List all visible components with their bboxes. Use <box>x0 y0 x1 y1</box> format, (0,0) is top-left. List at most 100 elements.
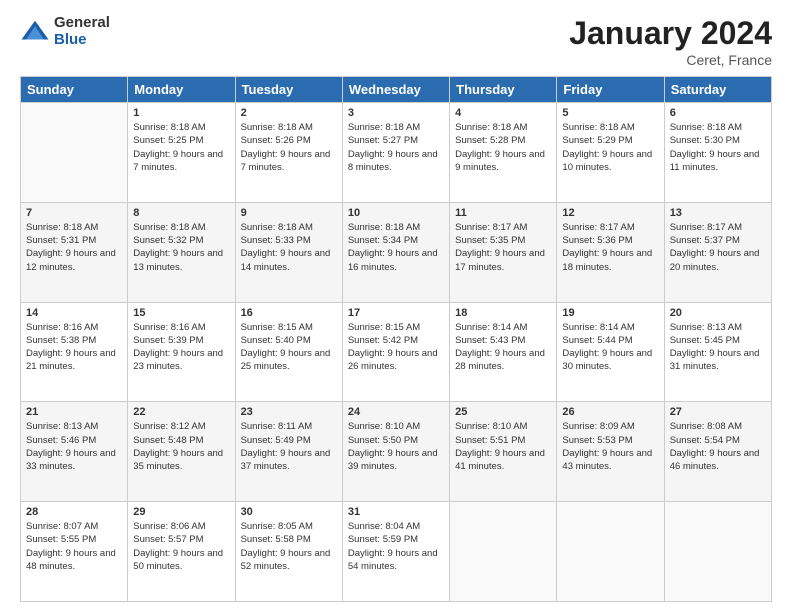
day-number: 10 <box>348 207 444 219</box>
day-number: 4 <box>455 107 551 119</box>
day-info: Sunrise: 8:16 AM Sunset: 5:39 PM Dayligh… <box>133 321 229 374</box>
daylight-text: Daylight: 9 hours and 37 minutes. <box>241 448 331 472</box>
daylight-text: Daylight: 9 hours and 10 minutes. <box>562 149 652 173</box>
calendar-cell <box>21 103 128 203</box>
calendar-cell: 28 Sunrise: 8:07 AM Sunset: 5:55 PM Dayl… <box>21 502 128 602</box>
day-info: Sunrise: 8:18 AM Sunset: 5:29 PM Dayligh… <box>562 121 658 174</box>
sunset-text: Sunset: 5:49 PM <box>241 435 311 446</box>
day-info: Sunrise: 8:16 AM Sunset: 5:38 PM Dayligh… <box>26 321 122 374</box>
day-number: 1 <box>133 107 229 119</box>
calendar-cell <box>450 502 557 602</box>
sunrise-text: Sunrise: 8:18 AM <box>348 122 420 133</box>
daylight-text: Daylight: 9 hours and 54 minutes. <box>348 548 438 572</box>
calendar-week-1: 1 Sunrise: 8:18 AM Sunset: 5:25 PM Dayli… <box>21 103 772 203</box>
day-info: Sunrise: 8:15 AM Sunset: 5:40 PM Dayligh… <box>241 321 337 374</box>
day-info: Sunrise: 8:14 AM Sunset: 5:44 PM Dayligh… <box>562 321 658 374</box>
calendar-cell: 11 Sunrise: 8:17 AM Sunset: 5:35 PM Dayl… <box>450 202 557 302</box>
calendar-cell: 14 Sunrise: 8:16 AM Sunset: 5:38 PM Dayl… <box>21 302 128 402</box>
daylight-text: Daylight: 9 hours and 28 minutes. <box>455 348 545 372</box>
sunset-text: Sunset: 5:53 PM <box>562 435 632 446</box>
day-number: 13 <box>670 207 766 219</box>
day-number: 15 <box>133 307 229 319</box>
calendar-week-4: 21 Sunrise: 8:13 AM Sunset: 5:46 PM Dayl… <box>21 402 772 502</box>
day-number: 26 <box>562 406 658 418</box>
col-wednesday: Wednesday <box>342 77 449 103</box>
calendar-cell: 18 Sunrise: 8:14 AM Sunset: 5:43 PM Dayl… <box>450 302 557 402</box>
calendar-table: Sunday Monday Tuesday Wednesday Thursday… <box>20 76 772 602</box>
col-friday: Friday <box>557 77 664 103</box>
day-number: 23 <box>241 406 337 418</box>
calendar-cell: 19 Sunrise: 8:14 AM Sunset: 5:44 PM Dayl… <box>557 302 664 402</box>
sunset-text: Sunset: 5:28 PM <box>455 135 525 146</box>
sunset-text: Sunset: 5:37 PM <box>670 235 740 246</box>
daylight-text: Daylight: 9 hours and 18 minutes. <box>562 248 652 272</box>
calendar-cell: 2 Sunrise: 8:18 AM Sunset: 5:26 PM Dayli… <box>235 103 342 203</box>
daylight-text: Daylight: 9 hours and 43 minutes. <box>562 448 652 472</box>
sunrise-text: Sunrise: 8:17 AM <box>670 222 742 233</box>
daylight-text: Daylight: 9 hours and 21 minutes. <box>26 348 116 372</box>
calendar-cell: 22 Sunrise: 8:12 AM Sunset: 5:48 PM Dayl… <box>128 402 235 502</box>
calendar-cell: 5 Sunrise: 8:18 AM Sunset: 5:29 PM Dayli… <box>557 103 664 203</box>
sunrise-text: Sunrise: 8:18 AM <box>670 122 742 133</box>
sunrise-text: Sunrise: 8:15 AM <box>348 322 420 333</box>
sunrise-text: Sunrise: 8:18 AM <box>26 222 98 233</box>
daylight-text: Daylight: 9 hours and 23 minutes. <box>133 348 223 372</box>
sunset-text: Sunset: 5:44 PM <box>562 335 632 346</box>
day-info: Sunrise: 8:08 AM Sunset: 5:54 PM Dayligh… <box>670 420 766 473</box>
day-number: 6 <box>670 107 766 119</box>
logo-blue-text: Blue <box>54 32 110 49</box>
sunset-text: Sunset: 5:57 PM <box>133 534 203 545</box>
sunset-text: Sunset: 5:32 PM <box>133 235 203 246</box>
calendar-cell: 31 Sunrise: 8:04 AM Sunset: 5:59 PM Dayl… <box>342 502 449 602</box>
day-info: Sunrise: 8:17 AM Sunset: 5:35 PM Dayligh… <box>455 221 551 274</box>
day-number: 27 <box>670 406 766 418</box>
day-info: Sunrise: 8:18 AM Sunset: 5:28 PM Dayligh… <box>455 121 551 174</box>
calendar-cell: 27 Sunrise: 8:08 AM Sunset: 5:54 PM Dayl… <box>664 402 771 502</box>
sunset-text: Sunset: 5:29 PM <box>562 135 632 146</box>
calendar-cell: 15 Sunrise: 8:16 AM Sunset: 5:39 PM Dayl… <box>128 302 235 402</box>
day-number: 30 <box>241 506 337 518</box>
sunset-text: Sunset: 5:50 PM <box>348 435 418 446</box>
sunrise-text: Sunrise: 8:08 AM <box>670 421 742 432</box>
day-info: Sunrise: 8:10 AM Sunset: 5:50 PM Dayligh… <box>348 420 444 473</box>
calendar-cell <box>557 502 664 602</box>
day-number: 9 <box>241 207 337 219</box>
sunrise-text: Sunrise: 8:17 AM <box>562 222 634 233</box>
day-number: 14 <box>26 307 122 319</box>
sunset-text: Sunset: 5:38 PM <box>26 335 96 346</box>
sunrise-text: Sunrise: 8:05 AM <box>241 521 313 532</box>
sunrise-text: Sunrise: 8:15 AM <box>241 322 313 333</box>
sunrise-text: Sunrise: 8:13 AM <box>670 322 742 333</box>
day-number: 3 <box>348 107 444 119</box>
day-number: 22 <box>133 406 229 418</box>
sunrise-text: Sunrise: 8:07 AM <box>26 521 98 532</box>
sunset-text: Sunset: 5:59 PM <box>348 534 418 545</box>
logo-icon <box>20 17 50 47</box>
sunrise-text: Sunrise: 8:04 AM <box>348 521 420 532</box>
sunrise-text: Sunrise: 8:18 AM <box>133 122 205 133</box>
calendar-cell: 13 Sunrise: 8:17 AM Sunset: 5:37 PM Dayl… <box>664 202 771 302</box>
col-saturday: Saturday <box>664 77 771 103</box>
day-info: Sunrise: 8:09 AM Sunset: 5:53 PM Dayligh… <box>562 420 658 473</box>
day-info: Sunrise: 8:18 AM Sunset: 5:26 PM Dayligh… <box>241 121 337 174</box>
sunrise-text: Sunrise: 8:18 AM <box>455 122 527 133</box>
calendar-week-5: 28 Sunrise: 8:07 AM Sunset: 5:55 PM Dayl… <box>21 502 772 602</box>
sunset-text: Sunset: 5:46 PM <box>26 435 96 446</box>
day-info: Sunrise: 8:18 AM Sunset: 5:33 PM Dayligh… <box>241 221 337 274</box>
sunset-text: Sunset: 5:33 PM <box>241 235 311 246</box>
sunset-text: Sunset: 5:48 PM <box>133 435 203 446</box>
day-number: 16 <box>241 307 337 319</box>
col-monday: Monday <box>128 77 235 103</box>
sunset-text: Sunset: 5:45 PM <box>670 335 740 346</box>
sunset-text: Sunset: 5:58 PM <box>241 534 311 545</box>
title-area: January 2024 Ceret, France <box>569 15 772 68</box>
calendar-week-2: 7 Sunrise: 8:18 AM Sunset: 5:31 PM Dayli… <box>21 202 772 302</box>
calendar-cell: 17 Sunrise: 8:15 AM Sunset: 5:42 PM Dayl… <box>342 302 449 402</box>
daylight-text: Daylight: 9 hours and 31 minutes. <box>670 348 760 372</box>
calendar-cell: 7 Sunrise: 8:18 AM Sunset: 5:31 PM Dayli… <box>21 202 128 302</box>
calendar-cell: 20 Sunrise: 8:13 AM Sunset: 5:45 PM Dayl… <box>664 302 771 402</box>
sunset-text: Sunset: 5:51 PM <box>455 435 525 446</box>
sunrise-text: Sunrise: 8:10 AM <box>455 421 527 432</box>
sunset-text: Sunset: 5:55 PM <box>26 534 96 545</box>
sunset-text: Sunset: 5:35 PM <box>455 235 525 246</box>
